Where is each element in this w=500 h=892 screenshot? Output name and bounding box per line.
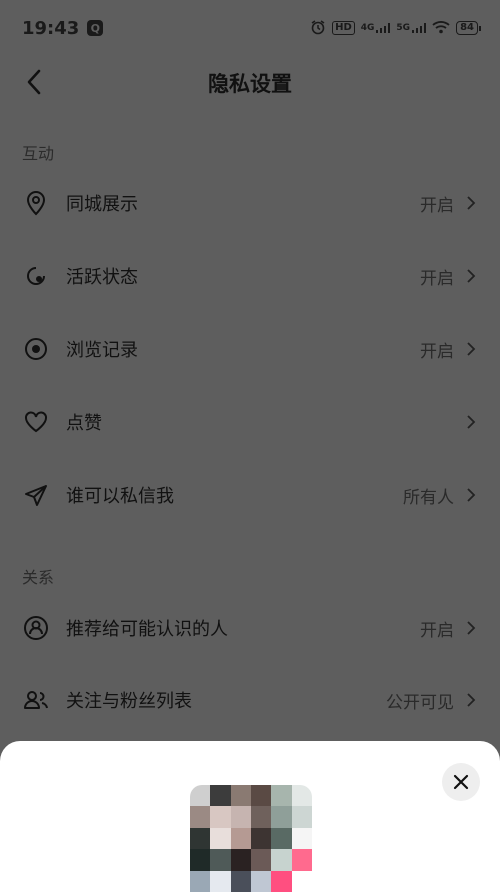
avatar-pixel — [291, 870, 312, 892]
avatar-pixel — [291, 827, 312, 850]
chevron-right-icon — [464, 339, 478, 359]
avatar-pixel — [271, 870, 292, 892]
setting-value: 公开可见 — [386, 692, 454, 713]
chevron-right-icon — [464, 266, 478, 286]
alarm-icon — [310, 19, 326, 38]
avatar-pixel — [230, 827, 251, 850]
setting-value: 开启 — [420, 195, 454, 216]
network-4g-label: 4G — [360, 23, 375, 33]
battery-icon: 84 — [456, 21, 481, 35]
chevron-right-icon — [464, 618, 478, 638]
chevron-right-icon — [464, 193, 478, 213]
hd-icon: HD — [332, 21, 355, 35]
network-5g-label: 5G — [396, 23, 411, 33]
setting-row-active-status[interactable]: 活跃状态 开启 — [0, 248, 500, 304]
section-title-interaction: 互动 — [22, 144, 55, 163]
users-icon — [22, 686, 50, 714]
avatar-pixel — [210, 849, 231, 871]
close-icon — [453, 774, 469, 790]
chevron-right-icon — [464, 485, 478, 505]
avatar-pixel — [230, 785, 251, 807]
active-status-icon — [22, 262, 50, 290]
location-pin-icon — [22, 189, 50, 217]
status-left: 19:43 Q — [22, 17, 104, 39]
avatar-pixel — [251, 806, 272, 828]
avatar-pixel — [291, 806, 312, 828]
status-right: HD 4G 5G 84 — [310, 19, 481, 38]
send-icon — [22, 481, 50, 509]
avatar — [190, 785, 312, 892]
section-title-relation: 关系 — [22, 568, 55, 587]
page-title: 隐私设置 — [208, 72, 292, 96]
app-notification-icon: Q — [87, 20, 104, 36]
avatar-pixel — [190, 785, 211, 807]
avatar-pixel — [271, 785, 292, 807]
avatar-pixel — [230, 870, 251, 892]
avatar-pixel — [190, 806, 211, 828]
setting-label: 浏览记录 — [66, 340, 138, 361]
avatar-pixel — [230, 806, 251, 828]
status-bar: 19:43 Q HD 4G 5G 84 — [0, 0, 500, 56]
setting-value: 开启 — [420, 268, 454, 289]
avatar-pixel — [291, 785, 312, 807]
avatar-pixel — [210, 827, 231, 850]
setting-label: 同城展示 — [66, 194, 138, 215]
avatar-pixel — [190, 827, 211, 850]
chevron-right-icon — [464, 690, 478, 710]
avatar-pixel — [230, 849, 251, 871]
avatar-pixel — [210, 785, 231, 807]
avatar-pixel — [190, 849, 211, 871]
nav-bar: 隐私设置 — [0, 56, 500, 108]
bottom-sheet — [0, 741, 500, 892]
setting-label: 关注与粉丝列表 — [66, 691, 192, 712]
setting-row-who-can-message[interactable]: 谁可以私信我 所有人 — [0, 467, 500, 523]
setting-row-nearby[interactable]: 同城展示 开启 — [0, 175, 500, 231]
avatar-pixel — [190, 870, 211, 892]
setting-row-likes[interactable]: 点赞 — [0, 394, 500, 450]
signal-4g-icon: 4G — [361, 23, 391, 33]
avatar-pixel — [251, 849, 272, 871]
setting-label: 谁可以私信我 — [66, 486, 174, 507]
avatar-pixel — [271, 849, 292, 871]
setting-row-follow-list[interactable]: 关注与粉丝列表 公开可见 — [0, 672, 500, 728]
close-button[interactable] — [442, 763, 480, 801]
setting-value: 开启 — [420, 341, 454, 362]
status-time: 19:43 — [22, 17, 80, 39]
user-circle-icon — [22, 614, 50, 642]
heart-icon — [22, 408, 50, 436]
avatar-pixel — [271, 806, 292, 828]
chevron-right-icon — [464, 412, 478, 432]
setting-label: 点赞 — [66, 413, 102, 434]
setting-row-browsing-history[interactable]: 浏览记录 开启 — [0, 321, 500, 377]
wifi-icon — [432, 20, 450, 37]
avatar-pixel — [210, 870, 231, 892]
avatar-pixel — [251, 785, 272, 807]
avatar-pixel — [251, 827, 272, 850]
avatar-pixel — [271, 827, 292, 850]
avatar-pixel — [251, 870, 272, 892]
setting-row-recommend[interactable]: 推荐给可能认识的人 开启 — [0, 600, 500, 656]
setting-value: 开启 — [420, 620, 454, 641]
setting-value: 所有人 — [403, 487, 454, 508]
setting-label: 活跃状态 — [66, 267, 138, 288]
avatar-pixel — [210, 806, 231, 828]
avatar-pixel — [291, 849, 312, 871]
eye-icon — [22, 335, 50, 363]
signal-5g-icon: 5G — [396, 23, 427, 33]
setting-label: 推荐给可能认识的人 — [66, 619, 228, 640]
